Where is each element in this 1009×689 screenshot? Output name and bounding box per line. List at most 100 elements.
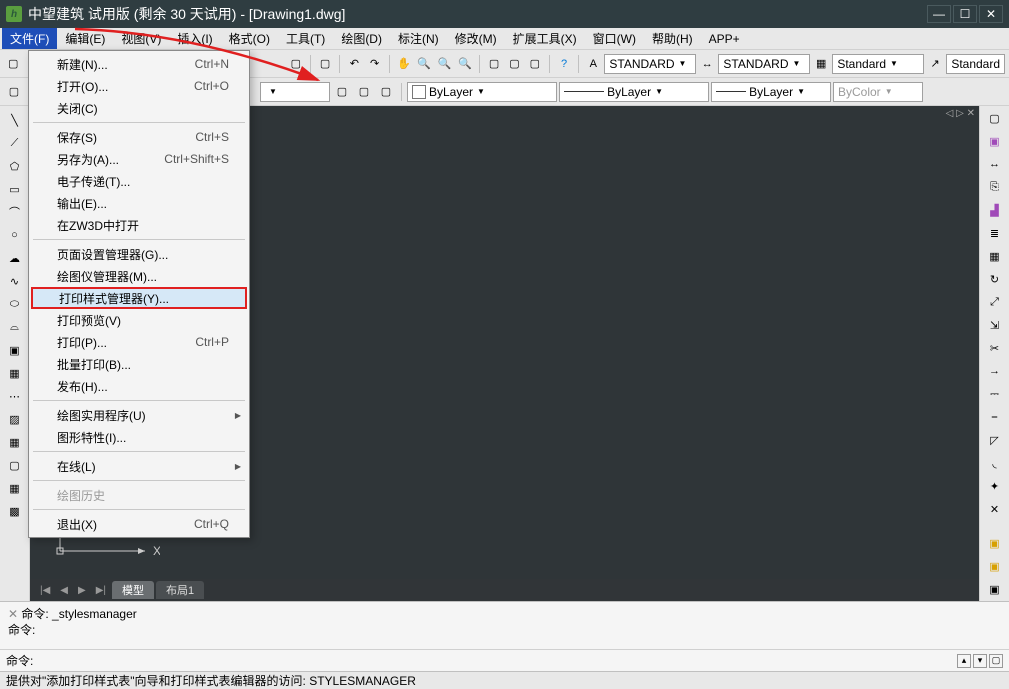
ellipse-icon[interactable]: ⬭ [4,294,26,314]
redo-icon[interactable]: ↷ [366,54,384,74]
menu-draw[interactable]: 绘图(D) [333,28,390,49]
new-icon[interactable]: ▢ [4,54,22,74]
menu-view[interactable]: 视图(V) [113,28,169,49]
rect-icon[interactable]: ▭ [4,179,26,199]
tool-icon[interactable]: ▢ [526,54,544,74]
rt-move-icon[interactable]: ↔ [984,154,1006,174]
help-icon[interactable]: ? [555,54,573,74]
plot-icon[interactable]: ▢ [316,54,334,74]
file-menu-item[interactable]: 在线(L) [31,455,247,477]
zoom2-icon[interactable]: 🔍 [435,54,453,74]
layerfrz-icon[interactable]: ▢ [376,82,396,102]
close-button[interactable]: ✕ [979,5,1003,23]
file-menu-item[interactable]: 打印样式管理器(Y)... [31,287,247,309]
menu-help[interactable]: 帮助(H) [644,28,701,49]
table-icon[interactable]: ▦ [4,478,26,498]
spline-icon[interactable]: ∿ [4,271,26,291]
file-menu-item[interactable]: 批量打印(B)... [31,353,247,375]
rt-palette2-icon[interactable]: ▣ [984,556,1006,576]
rt-mirror-icon[interactable]: ▟ [984,200,1006,220]
file-menu-item[interactable]: 发布(H)... [31,375,247,397]
cmd-up-icon[interactable]: ▴ [957,654,971,668]
rt-trim-icon[interactable]: ✂ [984,338,1006,358]
pline-icon[interactable]: ⟋ [4,133,26,153]
tab-prev-icon[interactable]: ◀ [60,585,68,596]
plotstyle-combo[interactable]: ByColor▼ [833,82,923,102]
tab-first-icon[interactable]: |◀ [40,585,50,596]
linetype-combo[interactable]: ByLayer▼ [559,82,709,102]
zoom-icon[interactable]: 🔍 [415,54,433,74]
circle-icon[interactable]: ○ [4,225,26,245]
textstyle-icon[interactable]: A [584,54,602,74]
ellipsearc-icon[interactable]: ⌓ [4,317,26,337]
file-menu-item[interactable]: 绘图仪管理器(M)... [31,265,247,287]
tab-layout1[interactable]: 布局1 [156,581,204,599]
rt-array-icon[interactable]: ▦ [984,246,1006,266]
mlstyle-icon[interactable]: ↗ [926,54,944,74]
layer-icon[interactable]: ▢ [4,82,24,102]
undo-icon[interactable]: ↶ [345,54,363,74]
rt-explode-icon[interactable]: ✦ [984,476,1006,496]
polygon-icon[interactable]: ⬠ [4,156,26,176]
rt-rotate-icon[interactable]: ↻ [984,269,1006,289]
line-icon[interactable]: ╲ [4,110,26,130]
textstyle-combo[interactable]: STANDARD▼ [604,54,696,74]
rt-chamfer-icon[interactable]: ◸ [984,430,1006,450]
tab-last-icon[interactable]: ▶| [96,585,106,596]
minimize-button[interactable]: — [927,5,951,23]
menu-app[interactable]: APP+ [701,30,748,48]
point-icon[interactable]: ⋯ [4,386,26,406]
region-icon[interactable]: ▢ [4,455,26,475]
file-menu-item[interactable]: 退出(X)Ctrl+Q [31,513,247,535]
cmd-down-icon[interactable]: ▾ [973,654,987,668]
file-menu-item[interactable]: 绘图实用程序(U) [31,404,247,426]
print-icon[interactable]: ▢ [287,54,305,74]
file-menu-item[interactable]: 打印预览(V) [31,309,247,331]
insert-icon[interactable]: ▣ [4,340,26,360]
layeriso-icon[interactable]: ▢ [332,82,352,102]
solid-icon[interactable]: ▩ [4,501,26,521]
cmd-scroll-icon[interactable]: ▢ [989,654,1003,668]
file-menu-item[interactable]: 电子传递(T)... [31,170,247,192]
menu-tools[interactable]: 工具(T) [278,28,333,49]
file-menu-item[interactable]: 图形特性(I)... [31,426,247,448]
file-menu-item[interactable]: 新建(N)...Ctrl+N [31,53,247,75]
rt-palette3-icon[interactable]: ▣ [984,579,1006,599]
file-menu-item[interactable]: 关闭(C) [31,97,247,119]
menu-ext[interactable]: 扩展工具(X) [505,28,585,49]
view-nav[interactable]: ◁ ▷ ✕ [946,108,975,119]
menu-edit[interactable]: 编辑(E) [57,28,113,49]
layeroff-icon[interactable]: ▢ [354,82,374,102]
rt-mod1-icon[interactable]: ▣ [984,131,1006,151]
rt-break-icon[interactable]: ⎓ [984,384,1006,404]
arc-icon[interactable]: ⌒ [4,202,26,222]
rt-scale-icon[interactable]: ⤢ [984,292,1006,312]
file-menu-item[interactable]: 另存为(A)...Ctrl+Shift+S [31,148,247,170]
rt-stretch-icon[interactable]: ⇲ [984,315,1006,335]
lineweight-combo[interactable]: ByLayer▼ [711,82,831,102]
file-menu-item[interactable]: 保存(S)Ctrl+S [31,126,247,148]
menu-dim[interactable]: 标注(N) [390,28,447,49]
file-menu-item[interactable]: 打开(O)...Ctrl+O [31,75,247,97]
block-icon[interactable]: ▦ [4,363,26,383]
layer-combo[interactable]: ▼ [260,82,330,102]
prop-icon[interactable]: ▢ [485,54,503,74]
sheet-icon[interactable]: ▢ [505,54,523,74]
rt-extend-icon[interactable]: → [984,361,1006,381]
menu-insert[interactable]: 插入(I) [169,28,220,49]
menu-format[interactable]: 格式(O) [221,28,278,49]
rt-layer-icon[interactable]: ▢ [984,108,1006,128]
menu-file[interactable]: 文件(F) [2,28,57,49]
tablestyle-combo[interactable]: Standard▼ [832,54,924,74]
tablestyle-icon[interactable]: ▦ [812,54,830,74]
color-combo[interactable]: ByLayer▼ [407,82,557,102]
menu-window[interactable]: 窗口(W) [585,28,644,49]
mlstyle-combo[interactable]: Standard [946,54,1005,74]
revcloud-icon[interactable]: ☁ [4,248,26,268]
menu-modify[interactable]: 修改(M) [447,28,505,49]
maximize-button[interactable]: ☐ [953,5,977,23]
rt-join-icon[interactable]: ⎯ [984,407,1006,427]
zoom3-icon[interactable]: 🔍 [456,54,474,74]
rt-palette1-icon[interactable]: ▣ [984,533,1006,553]
file-menu-item[interactable]: 打印(P)...Ctrl+P [31,331,247,353]
